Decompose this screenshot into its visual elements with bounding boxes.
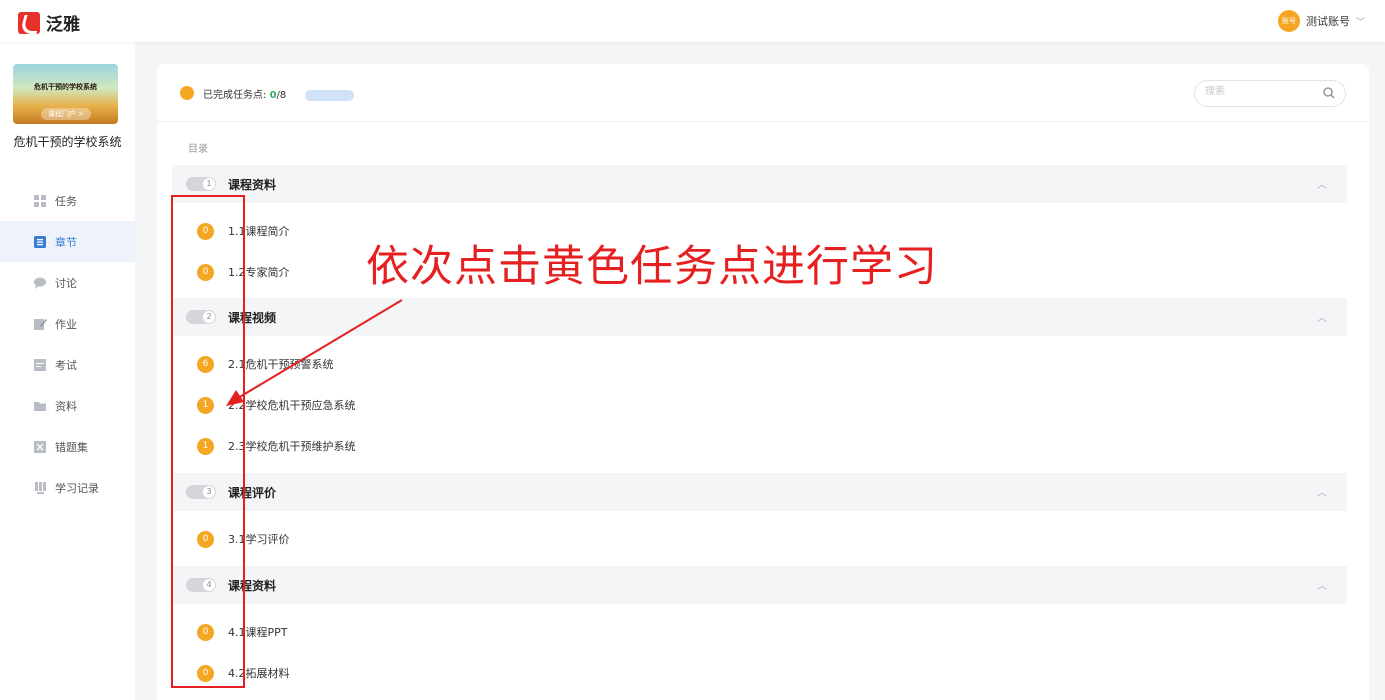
user-menu[interactable]: 账号 测试账号 ﹀	[1277, 10, 1365, 32]
app-name: 泛雅	[46, 15, 80, 35]
chevron-down-icon[interactable]: ﹀	[1356, 15, 1365, 28]
user-name[interactable]: 测试账号	[1306, 13, 1350, 29]
annotation-arrow	[226, 299, 403, 406]
logo-icon	[18, 11, 40, 34]
avatar[interactable]: 账号	[1277, 10, 1300, 32]
top-bar: 泛雅 账号 测试账号 ﹀	[0, 0, 1385, 42]
app-logo[interactable]: 泛雅	[18, 10, 80, 35]
